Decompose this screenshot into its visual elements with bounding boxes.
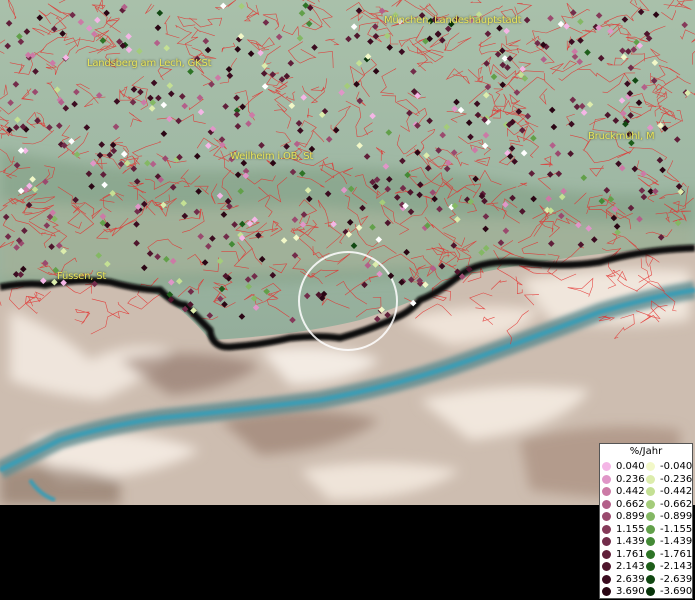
legend-entry-negative: -1.155	[646, 524, 692, 536]
legend-color-dot	[646, 474, 655, 484]
legend-entry-positive: 0.662	[602, 499, 648, 511]
legend-label: 0.899	[616, 511, 645, 522]
legend: %/Jahr 0.040 0.236 0.442 0.662 0.899 1.155 1.4…	[599, 443, 693, 599]
legend-entry-positive: 2.143	[602, 561, 648, 573]
legend-label: 3.690	[616, 586, 645, 597]
legend-entry-negative: -2.143	[646, 561, 692, 573]
legend-color-dot	[602, 524, 611, 534]
legend-color-dot	[646, 512, 655, 521]
legend-label: 0.040	[616, 461, 645, 472]
legend-label: -0.040	[660, 461, 693, 472]
legend-label: 0.442	[616, 486, 645, 497]
legend-color-dot	[646, 562, 655, 571]
legend-color-dot	[646, 587, 655, 596]
legend-entry-positive: 3.690	[602, 586, 648, 598]
legend-label: 1.439	[616, 536, 645, 547]
legend-color-dot	[646, 537, 655, 546]
legend-label: 2.639	[616, 573, 645, 585]
legend-label: -0.236	[660, 473, 693, 485]
legend-color-dot	[602, 487, 611, 496]
legend-label: -0.662	[660, 498, 693, 510]
legend-entry-negative: -0.899	[646, 511, 692, 523]
legend-color-dot	[646, 499, 655, 509]
legend-color-dot	[646, 574, 655, 584]
legend-color-dot	[602, 499, 611, 509]
legend-entry-positive: 1.761	[602, 549, 648, 561]
legend-color-dot	[646, 524, 655, 534]
legend-entry-negative: -1.761	[646, 549, 692, 561]
map-view[interactable]: München, Landeshauptstadt Landsberg am L…	[0, 0, 695, 505]
map-canvas	[0, 0, 695, 505]
legend-label: 2.143	[616, 561, 645, 572]
legend-entry-negative: -0.662	[646, 499, 692, 511]
legend-color-dot	[646, 487, 655, 496]
legend-label: -3.690	[660, 586, 693, 597]
legend-label: -2.143	[660, 561, 693, 572]
legend-entry-positive: 0.040	[602, 461, 648, 473]
legend-label: 0.236	[616, 473, 645, 485]
legend-color-dot	[602, 549, 611, 559]
legend-label: -1.155	[660, 523, 693, 535]
legend-color-dot	[602, 537, 611, 546]
legend-title: %/Jahr	[629, 446, 663, 457]
legend-color-dot	[602, 474, 611, 484]
legend-entry-positive: 2.639	[602, 574, 648, 586]
legend-entry-negative: -0.442	[646, 486, 692, 498]
legend-entry-negative: -2.639	[646, 574, 692, 586]
city-label-fuessen: Füssen, St	[57, 271, 107, 282]
legend-entry-negative: -0.040	[646, 461, 692, 473]
legend-label: -2.639	[660, 573, 693, 585]
legend-color-dot	[646, 462, 655, 471]
legend-color-dot	[646, 549, 655, 559]
legend-color-dot	[602, 512, 611, 521]
legend-color-dot	[602, 462, 611, 471]
legend-entry-positive: 1.155	[602, 524, 648, 536]
legend-color-dot	[602, 587, 611, 596]
legend-label: 1.155	[616, 523, 645, 535]
legend-label: -1.439	[660, 536, 693, 547]
legend-color-dot	[602, 574, 611, 584]
legend-label: -0.442	[660, 486, 693, 497]
city-label-landsberg: Landsberg am Lech, GKSt	[87, 58, 212, 69]
legend-label: -1.761	[660, 548, 693, 560]
city-label-muenchen: München, Landeshauptstadt	[384, 15, 522, 26]
legend-color-dot	[602, 562, 611, 571]
legend-entry-positive: 0.442	[602, 486, 648, 498]
legend-label: 1.761	[616, 548, 645, 560]
legend-entry-positive: 0.236	[602, 474, 648, 486]
city-label-weilheim: Weilheim i.OB, St	[230, 151, 314, 162]
bottom-bar	[0, 505, 695, 600]
legend-entry-negative: -0.236	[646, 474, 692, 486]
legend-label: 0.662	[616, 498, 645, 510]
legend-entry-negative: -3.690	[646, 586, 692, 598]
legend-entry-positive: 0.899	[602, 511, 648, 523]
city-label-bruckmuehl: Bruckmühl, M	[588, 131, 655, 142]
legend-entry-negative: -1.439	[646, 536, 692, 548]
legend-label: -0.899	[660, 511, 693, 522]
legend-entry-positive: 1.439	[602, 536, 648, 548]
